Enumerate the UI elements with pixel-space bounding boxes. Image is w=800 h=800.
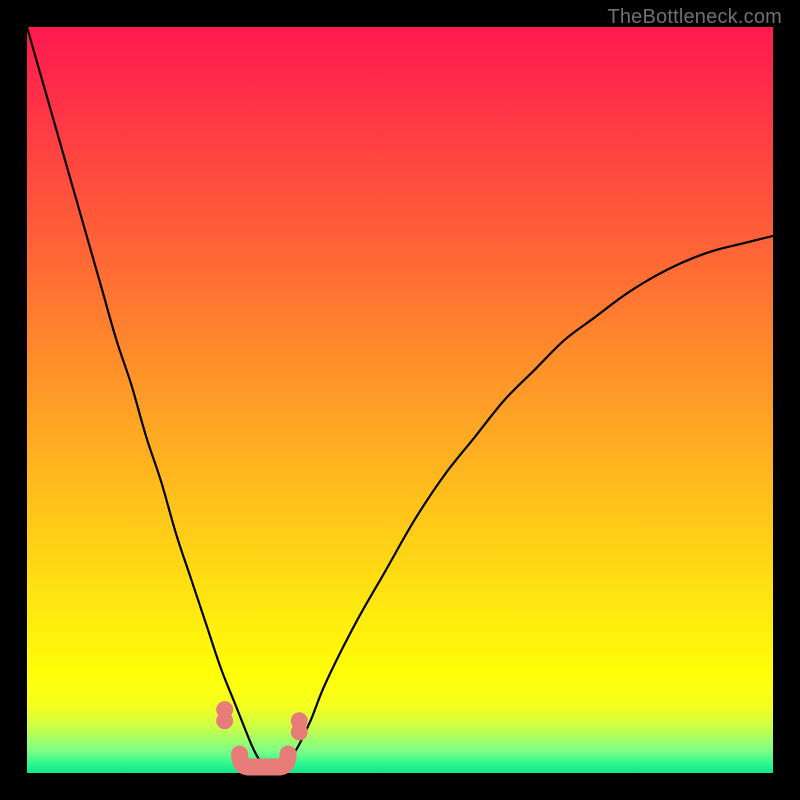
highlight-markers (216, 701, 308, 767)
watermark-text: TheBottleneck.com (607, 6, 782, 29)
chart-svg (27, 27, 773, 773)
bottleneck-curve (27, 27, 773, 767)
